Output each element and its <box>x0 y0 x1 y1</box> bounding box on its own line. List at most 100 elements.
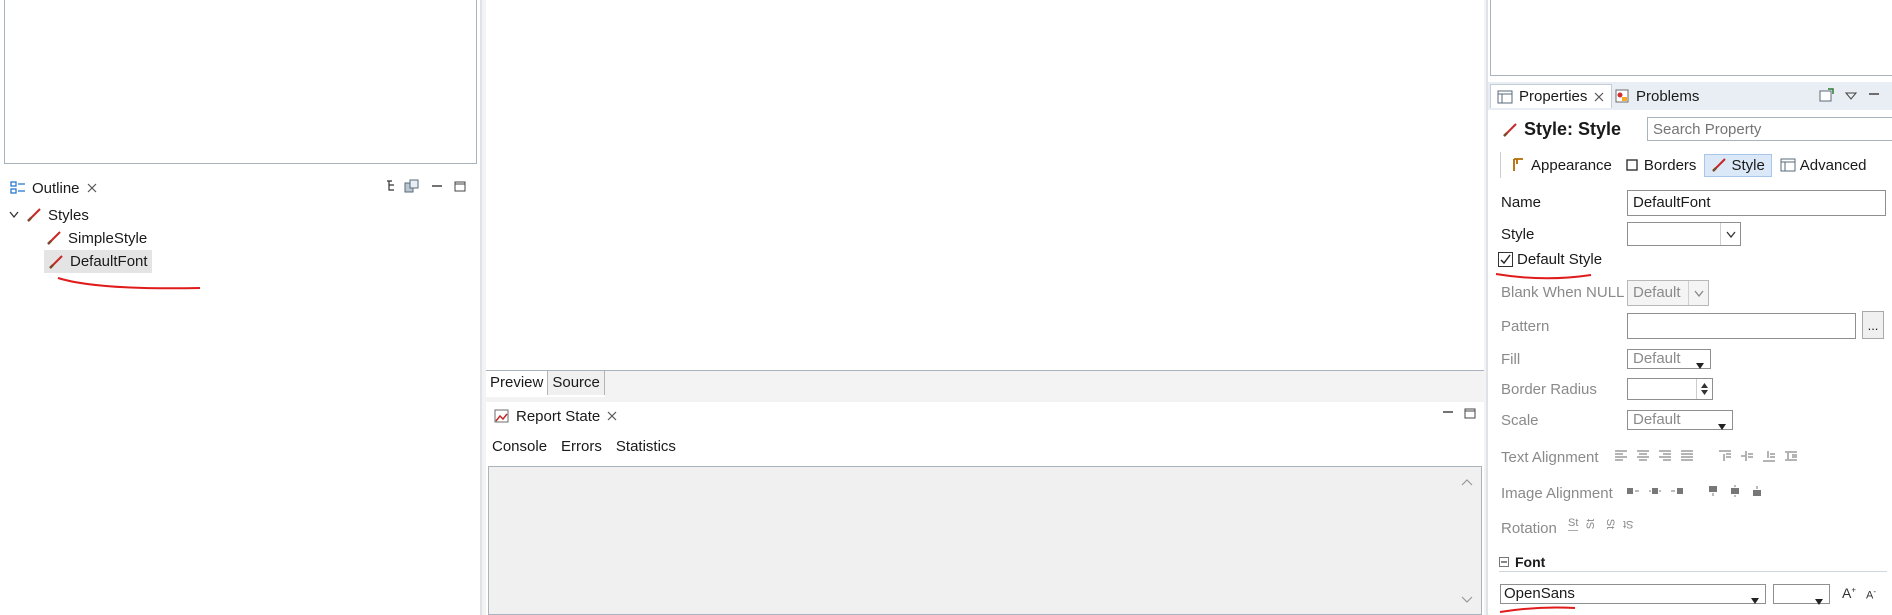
align-justify-vertical-icon[interactable] <box>1784 449 1798 461</box>
tab-properties[interactable]: Properties <box>1490 84 1613 108</box>
blank-when-null-select[interactable]: Default <box>1627 280 1709 306</box>
default-style-label: Default Style <box>1517 251 1603 268</box>
chevron-down-icon[interactable] <box>1815 591 1823 611</box>
scroll-up-icon[interactable] <box>1461 473 1473 490</box>
category-advanced-label: Advanced <box>1799 156 1867 174</box>
chevron-down-icon[interactable] <box>1720 223 1740 245</box>
border-radius-label: Border Radius <box>1501 381 1597 398</box>
scale-select[interactable]: Default <box>1627 410 1733 430</box>
default-style-checkbox[interactable] <box>1498 252 1513 267</box>
subtab-console[interactable]: Console <box>492 438 547 455</box>
report-icon <box>494 408 510 424</box>
middle-column: Preview Source Report State Console Erro… <box>482 0 1488 615</box>
image-align-bottom-icon[interactable] <box>1750 484 1764 496</box>
border-radius-spinner[interactable] <box>1627 378 1713 400</box>
align-top-icon[interactable] <box>1718 449 1732 461</box>
search-property-input[interactable] <box>1647 117 1892 141</box>
chevron-down-icon[interactable] <box>1696 356 1704 374</box>
image-align-middle-icon[interactable] <box>1728 484 1742 497</box>
tree-node-defaultfont[interactable]: DefaultFont <box>44 250 152 273</box>
tab-problems[interactable]: Problems <box>1608 84 1705 108</box>
font-section-title: Font <box>1515 553 1546 570</box>
category-advanced[interactable]: Advanced <box>1776 155 1871 176</box>
pattern-field[interactable] <box>1627 313 1856 339</box>
outline-tab-label: Outline <box>32 179 80 197</box>
spinner-arrows-icon[interactable] <box>1696 379 1712 399</box>
chevron-down-icon[interactable] <box>1688 281 1708 305</box>
style-brush-icon <box>26 207 42 223</box>
annotation-underline <box>57 277 201 290</box>
default-style-checkbox-row[interactable]: Default Style <box>1498 251 1602 268</box>
increase-font-icon[interactable]: A+ <box>1842 585 1856 601</box>
console-output-area[interactable] <box>488 466 1482 615</box>
font-name-combo[interactable]: OpenSans <box>1500 584 1766 604</box>
minimize-icon[interactable] <box>1868 88 1880 98</box>
filter-icon[interactable] <box>404 178 420 194</box>
decrease-font-icon[interactable]: A- <box>1866 587 1876 602</box>
tab-preview[interactable]: Preview <box>486 371 549 395</box>
image-align-right-icon[interactable] <box>1670 484 1684 496</box>
image-alignment-label: Image Alignment <box>1501 485 1613 502</box>
appearance-icon <box>1511 157 1527 173</box>
rotation-left-icon[interactable]: St <box>1586 519 1598 529</box>
style-brush-icon <box>48 254 64 270</box>
category-style[interactable]: Style <box>1704 153 1772 177</box>
chevron-down-icon[interactable] <box>1718 417 1726 435</box>
rotation-upside-down-icon[interactable]: St <box>1623 518 1633 530</box>
outline-icon <box>10 180 26 196</box>
tree-node-simplestyle[interactable]: SimpleStyle <box>46 227 147 249</box>
collapse-all-icon[interactable] <box>384 178 400 194</box>
annotation-underline <box>1495 273 1592 280</box>
style-brush-icon <box>46 230 62 246</box>
report-state-tab[interactable]: Report State <box>488 404 624 428</box>
properties-title-text: Style: Style <box>1524 119 1622 139</box>
view-menu-icon[interactable] <box>1843 88 1859 104</box>
rotation-buttons: St St St St <box>1568 517 1634 531</box>
collapse-section-icon[interactable] <box>1499 556 1509 567</box>
category-borders[interactable]: Borders <box>1620 155 1701 176</box>
align-center-icon[interactable] <box>1636 449 1650 461</box>
fill-value: Default <box>1633 350 1681 367</box>
category-appearance[interactable]: Appearance <box>1507 155 1616 176</box>
new-window-icon[interactable] <box>1819 87 1835 103</box>
image-align-top-icon[interactable] <box>1706 484 1720 496</box>
tree-root-label: Styles <box>48 206 89 224</box>
subtab-statistics[interactable]: Statistics <box>616 438 676 455</box>
outline-tab[interactable]: Outline <box>4 176 104 200</box>
fill-label: Fill <box>1501 351 1521 368</box>
chevron-down-icon[interactable] <box>1751 591 1759 609</box>
tree-node-styles[interactable]: Styles <box>8 204 89 226</box>
align-left-icon[interactable] <box>1614 449 1628 461</box>
align-justify-icon[interactable] <box>1680 449 1694 461</box>
report-state-subtabs: Console Errors Statistics <box>492 438 676 455</box>
close-icon[interactable] <box>606 408 618 424</box>
maximize-icon[interactable] <box>1464 406 1476 419</box>
left-column: Outline Styles SimpleStyle DefaultFont <box>0 0 480 615</box>
style-select[interactable] <box>1627 222 1741 246</box>
fill-select[interactable]: Default <box>1627 349 1711 369</box>
font-section-header[interactable]: Font <box>1499 552 1887 572</box>
chevron-down-icon[interactable] <box>8 207 20 223</box>
align-middle-icon[interactable] <box>1740 449 1754 461</box>
image-align-center-icon[interactable] <box>1648 484 1662 496</box>
rotation-none-icon[interactable]: St <box>1568 517 1579 531</box>
subtab-errors[interactable]: Errors <box>561 438 602 455</box>
align-right-icon[interactable] <box>1658 449 1672 461</box>
font-size-combo[interactable] <box>1773 584 1830 605</box>
rotation-right-icon[interactable]: St <box>1604 519 1616 529</box>
category-borders-label: Borders <box>1643 156 1697 174</box>
close-icon[interactable] <box>1593 89 1605 105</box>
tab-source[interactable]: Source <box>548 371 605 395</box>
maximize-icon[interactable] <box>454 179 466 192</box>
minimize-icon[interactable] <box>431 180 443 190</box>
close-icon[interactable] <box>86 180 98 196</box>
scroll-down-icon[interactable] <box>1461 591 1473 608</box>
name-field[interactable]: DefaultFont <box>1627 190 1886 216</box>
minimize-icon[interactable] <box>1442 406 1454 416</box>
align-bottom-icon[interactable] <box>1762 449 1776 462</box>
image-align-left-icon[interactable] <box>1626 484 1640 496</box>
blank-when-null-value: Default <box>1633 284 1681 301</box>
pattern-browse-button[interactable]: ... <box>1862 311 1884 339</box>
text-alignment-label: Text Alignment <box>1501 449 1599 466</box>
tree-item-label: DefaultFont <box>70 253 148 270</box>
